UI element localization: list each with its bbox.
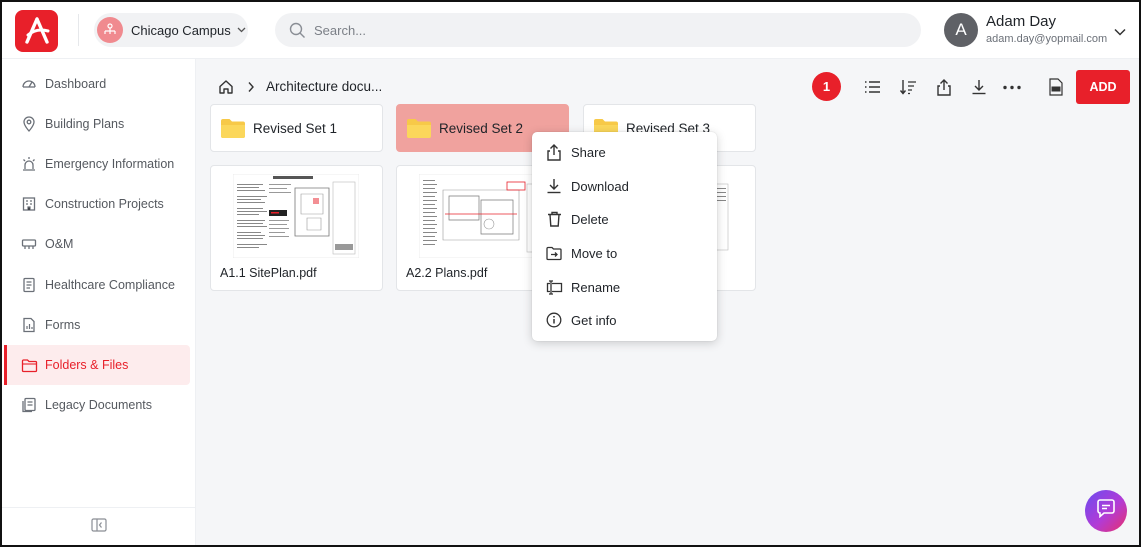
chevron-down-icon — [237, 27, 246, 33]
download-icon[interactable] — [967, 76, 991, 98]
sidebar-item-label: Dashboard — [45, 77, 107, 91]
chat-bubble-icon — [1096, 499, 1116, 523]
context-menu-share[interactable]: Share — [532, 137, 717, 167]
campus-network-icon — [97, 17, 123, 43]
sidebar-item-label: Construction Projects — [45, 197, 164, 211]
pdf-thumbnail — [232, 173, 360, 259]
sidebar: Dashboard Building Plans Emergency Infor… — [2, 59, 196, 545]
campus-label: Chicago Campus — [131, 22, 231, 38]
sidebar-item-construction-projects[interactable]: Construction Projects — [4, 184, 190, 224]
header-divider — [78, 14, 79, 46]
logo-a-icon — [24, 17, 49, 44]
app-logo[interactable] — [15, 10, 58, 52]
share-icon[interactable] — [932, 76, 956, 98]
sidebar-item-building-plans[interactable]: Building Plans — [4, 104, 190, 144]
folder-icon — [220, 118, 246, 139]
notification-count-badge[interactable]: 1 — [812, 72, 841, 101]
sidebar-item-healthcare-compliance[interactable]: Healthcare Compliance — [4, 265, 190, 305]
menu-item-label: Delete — [571, 211, 609, 227]
sidebar-item-label: Emergency Information — [45, 157, 175, 171]
documents-icon — [20, 396, 38, 414]
collapse-sidebar-icon[interactable] — [90, 518, 107, 537]
sidebar-item-label: Healthcare Compliance — [45, 278, 175, 292]
sidebar-item-label: Building Plans — [45, 117, 125, 131]
sidebar-item-label: Folders & Files — [45, 358, 129, 372]
map-pin-icon — [20, 115, 38, 133]
context-menu: Share Download Delete Move to Rename Get… — [532, 132, 717, 341]
form-icon — [20, 316, 38, 334]
sidebar-item-label: Forms — [45, 318, 81, 332]
building-icon — [20, 195, 38, 213]
sort-icon[interactable] — [896, 76, 920, 98]
main-content: Architecture docu... 1 ADD Revised Set 1 — [196, 59, 1139, 545]
menu-item-label: Move to — [571, 245, 618, 261]
list-view-icon[interactable] — [860, 76, 884, 98]
download-icon — [545, 177, 563, 195]
chevron-right-icon — [247, 80, 255, 98]
dashboard-gauge-icon — [20, 75, 38, 93]
app-window: Chicago Campus A Adam Day adam.day@yopma… — [0, 0, 1141, 547]
file-name: A2.2 Plans.pdf — [406, 266, 488, 280]
search-icon — [289, 22, 306, 39]
sidebar-item-emergency-information[interactable]: Emergency Information — [4, 144, 190, 184]
file-name: A1.1 SitePlan.pdf — [220, 266, 317, 280]
context-menu-move-to[interactable]: Move to — [532, 238, 717, 268]
sidebar-item-folders-files[interactable]: Folders & Files — [4, 345, 190, 385]
breadcrumb-current: Architecture docu... — [266, 79, 383, 94]
context-menu-get-info[interactable]: Get info — [532, 305, 717, 335]
info-icon — [545, 311, 563, 329]
menu-item-label: Rename — [571, 279, 621, 295]
pdf-thumbnail — [418, 173, 546, 259]
folder-icon — [20, 356, 38, 374]
user-menu-chevron-icon[interactable] — [1114, 23, 1126, 41]
context-menu-rename[interactable]: Rename — [532, 272, 717, 302]
add-button[interactable]: ADD — [1076, 70, 1130, 104]
tools-icon — [20, 235, 38, 253]
sidebar-item-om[interactable]: O&M — [4, 224, 190, 264]
chat-support-button[interactable] — [1085, 490, 1127, 532]
home-icon[interactable] — [218, 79, 234, 100]
sidebar-item-label: Legacy Documents — [45, 398, 153, 412]
menu-item-label: Download — [571, 178, 629, 194]
folder-icon — [406, 118, 432, 139]
rename-icon — [545, 278, 563, 296]
sidebar-item-label: O&M — [45, 237, 74, 251]
menu-item-label: Get info — [571, 312, 617, 328]
folder-name: Revised Set 2 — [439, 120, 524, 136]
trash-icon — [545, 210, 563, 228]
user-name: Adam Day — [986, 13, 1057, 30]
move-to-icon — [545, 244, 563, 262]
share-icon — [545, 143, 563, 161]
folder-name: Revised Set 1 — [253, 120, 338, 136]
context-menu-delete[interactable]: Delete — [532, 204, 717, 234]
user-avatar[interactable]: A — [944, 13, 978, 47]
context-menu-download[interactable]: Download — [532, 171, 717, 201]
file-card[interactable]: A1.1 SitePlan.pdf — [210, 165, 383, 291]
export-file-icon[interactable] — [1044, 76, 1068, 98]
user-email: adam.day@yopmail.com — [986, 33, 1108, 45]
more-options-icon[interactable] — [1000, 76, 1024, 98]
top-header: Chicago Campus A Adam Day adam.day@yopma… — [2, 2, 1139, 59]
search-input[interactable] — [314, 22, 874, 38]
sidebar-item-legacy-documents[interactable]: Legacy Documents — [4, 385, 190, 425]
sidebar-item-dashboard[interactable]: Dashboard — [4, 64, 190, 104]
siren-icon — [20, 155, 38, 173]
sidebar-item-forms[interactable]: Forms — [4, 305, 190, 345]
folder-card[interactable]: Revised Set 1 — [210, 104, 383, 152]
search-bar — [275, 13, 921, 47]
checklist-icon — [20, 276, 38, 294]
campus-selector[interactable]: Chicago Campus — [94, 13, 248, 47]
menu-item-label: Share — [571, 144, 606, 160]
sidebar-footer — [2, 507, 195, 545]
